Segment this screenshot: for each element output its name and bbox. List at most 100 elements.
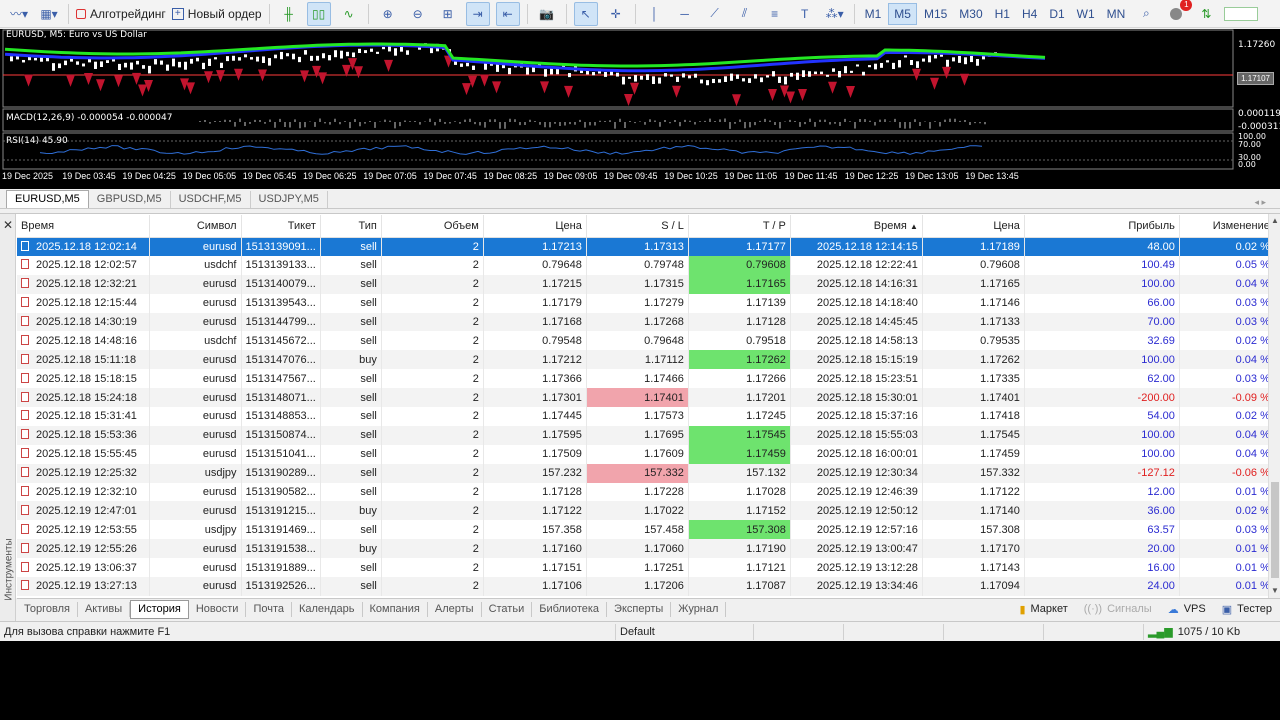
toolbox-tab[interactable]: Статьи (482, 601, 533, 617)
table-row[interactable]: 2025.12.18 15:11:18 eurusd 1513147076... bu… (17, 350, 1275, 370)
table-row[interactable]: 2025.12.18 15:31:41 eurusd 1513148853... se… (17, 407, 1275, 426)
col-header-profit[interactable]: Прибыль (1024, 215, 1180, 238)
chart-shift-icon[interactable]: ⇥ (465, 1, 490, 26)
panel-toggle-icon[interactable] (1224, 2, 1259, 26)
table-row[interactable]: 2025.12.19 12:47:01 eurusd 1513191215... bu… (17, 501, 1275, 521)
toolbox-tab[interactable]: Библиотека (532, 601, 608, 617)
text-tool-icon[interactable]: T (793, 2, 817, 26)
table-row[interactable]: 2025.12.18 15:53:36 eurusd 1513150874... se… (17, 425, 1275, 445)
crosshair-icon[interactable]: ✛ (604, 2, 628, 26)
chart-templates-dropdown[interactable]: ▦▾ (37, 2, 61, 26)
algo-trading-button[interactable]: Алготрейдинг (76, 2, 166, 26)
timeframe-mn[interactable]: MN (1102, 4, 1131, 24)
table-row[interactable]: 2025.12.18 15:24:18 eurusd 1513148071... se… (17, 388, 1275, 408)
autoscroll-icon[interactable]: ⇤ (495, 1, 520, 26)
chart-type-dropdown[interactable]: 〰▾ (7, 2, 31, 26)
tab-scroll-arrows[interactable]: ◂ ▸ (1254, 197, 1280, 208)
col-header-sl[interactable]: S / L (586, 215, 689, 238)
col-header-tp[interactable]: T / P (688, 215, 791, 238)
line-chart-button[interactable]: ∿ (337, 2, 361, 26)
candlestick-chart-button[interactable]: ▯▯ (306, 1, 331, 26)
candle (52, 63, 55, 71)
toolbox-tab[interactable]: Почта (246, 601, 292, 617)
col-header-change[interactable]: Изменение (1179, 215, 1275, 238)
zoom-in-icon[interactable]: ⊕ (376, 2, 400, 26)
cell-profit: 54.00 (1024, 407, 1180, 426)
signal-icon[interactable]: ⇅ (1194, 2, 1218, 26)
table-row[interactable]: 2025.12.18 15:55:45 eurusd 1513151041... se… (17, 444, 1275, 464)
cloud-icon: ☁ (1167, 603, 1179, 616)
cell-price: 1.17128 (483, 482, 587, 502)
table-vertical-scrollbar[interactable]: ▲ ▼ (1268, 214, 1280, 599)
col-header-symbol[interactable]: Символ (149, 215, 242, 238)
horizontal-line-icon[interactable]: ─ (673, 2, 697, 26)
zoom-out-icon[interactable]: ⊖ (406, 2, 430, 26)
table-row[interactable]: 2025.12.18 12:02:14 eurusd 1513139091... se… (17, 237, 1275, 256)
search-icon[interactable]: ⌕ (1134, 2, 1158, 26)
screenshot-icon[interactable]: 📷 (535, 2, 559, 26)
toolbox-tab[interactable]: Компания (363, 601, 428, 617)
toolbox-side-strip: ✕ Инструменты (0, 214, 16, 621)
trend-line-icon[interactable]: ⟋ (703, 2, 727, 26)
timeframe-h4[interactable]: H4 (1017, 4, 1042, 24)
toolbox-tab[interactable]: Журнал (671, 601, 727, 617)
table-row[interactable]: 2025.12.18 12:02:57 usdchf 1513139133... se… (17, 255, 1275, 275)
cursor-icon[interactable]: ↖ (573, 1, 598, 26)
timeframe-m1[interactable]: M1 (860, 4, 887, 24)
timeframe-d1[interactable]: D1 (1044, 4, 1069, 24)
table-row[interactable]: 2025.12.19 12:53:55 usdjpy 1513191469... se… (17, 520, 1275, 540)
toolbox-tab[interactable]: История (130, 599, 189, 619)
notifications-icon[interactable]: 1 (1164, 0, 1193, 26)
table-row[interactable]: 2025.12.18 14:48:16 usdchf 1513145672... se… (17, 331, 1275, 351)
scroll-down-icon[interactable]: ▼ (1271, 586, 1279, 595)
vps-link[interactable]: ☁ VPS (1168, 603, 1206, 616)
vertical-line-icon[interactable]: │ (643, 2, 667, 26)
signal-arrow (798, 88, 807, 101)
table-row[interactable]: 2025.12.18 14:30:19 eurusd 1513144799... se… (17, 312, 1275, 332)
col-header-open-time[interactable]: Время (17, 215, 150, 238)
toolbox-tab[interactable]: Торговля (17, 601, 78, 617)
symbol-tab-usdjpy[interactable]: USDJPY,M5 (251, 191, 328, 208)
toolbox-tab[interactable]: Календарь (292, 601, 363, 617)
new-order-button[interactable]: + Новый ордер (171, 2, 262, 26)
symbol-tab-eurusd[interactable]: EURUSD,M5 (6, 190, 89, 208)
col-header-close-time[interactable]: Время ▲ (790, 215, 923, 238)
market-link[interactable]: ▮ Маркет (1019, 603, 1067, 616)
fibonacci-icon[interactable]: ≡ (763, 2, 787, 26)
toolbox-tab[interactable]: Эксперты (607, 601, 672, 617)
close-icon[interactable]: ✕ (3, 218, 13, 232)
col-header-volume[interactable]: Объем (381, 215, 484, 238)
symbol-tab-gbpusd[interactable]: GBPUSD,M5 (89, 191, 171, 208)
table-row[interactable]: 2025.12.19 13:27:13 eurusd 1513192526... se… (17, 577, 1275, 596)
symbol-tab-usdchf[interactable]: USDCHF,M5 (171, 191, 251, 208)
timeframe-w1[interactable]: W1 (1072, 4, 1100, 24)
table-row[interactable]: 2025.12.18 15:18:15 eurusd 1513147567... se… (17, 369, 1275, 389)
timeframe-m30[interactable]: M30 (954, 4, 987, 24)
bar-chart-button[interactable]: ╫ (277, 2, 301, 26)
scroll-up-icon[interactable]: ▲ (1271, 216, 1279, 225)
signals-link[interactable]: ((·)) Сигналы (1084, 603, 1152, 615)
price-chart[interactable]: EURUSD, M5: Euro vs US Dollar 1.17260 1.… (0, 29, 1280, 189)
toolbox-tab[interactable]: Новости (189, 601, 247, 617)
col-header-type[interactable]: Тип (320, 215, 382, 238)
shapes-dropdown-icon[interactable]: ⁂▾ (823, 2, 847, 26)
toolbox-tab[interactable]: Алерты (428, 601, 482, 617)
toolbox-tab[interactable]: Активы (78, 601, 131, 617)
table-row[interactable]: 2025.12.18 12:15:44 eurusd 1513139543... se… (17, 293, 1275, 313)
table-row[interactable]: 2025.12.19 13:06:37 eurusd 1513191889... se… (17, 558, 1275, 578)
table-row[interactable]: 2025.12.19 12:55:26 eurusd 1513191538... bu… (17, 539, 1275, 559)
table-row[interactable]: 2025.12.19 12:25:32 usdjpy 1513190289... se… (17, 463, 1275, 483)
table-row[interactable]: 2025.12.19 12:32:10 eurusd 1513190582... se… (17, 482, 1275, 502)
col-header-ticket[interactable]: Тикет (241, 215, 321, 238)
channel-icon[interactable]: ⫽ (733, 2, 757, 26)
col-header-price[interactable]: Цена (483, 215, 587, 238)
col-header-close-price[interactable]: Цена (922, 215, 1025, 238)
candle (406, 50, 409, 55)
timeframe-h1[interactable]: H1 (990, 4, 1015, 24)
tester-link[interactable]: ▣ Тестер (1222, 603, 1272, 616)
scrollbar-thumb[interactable] (1271, 482, 1279, 578)
tile-windows-icon[interactable]: ⊞ (436, 2, 460, 26)
timeframe-m5[interactable]: M5 (888, 2, 917, 25)
table-row[interactable]: 2025.12.18 12:32:21 eurusd 1513140079... se… (17, 274, 1275, 294)
timeframe-m15[interactable]: M15 (919, 4, 952, 24)
